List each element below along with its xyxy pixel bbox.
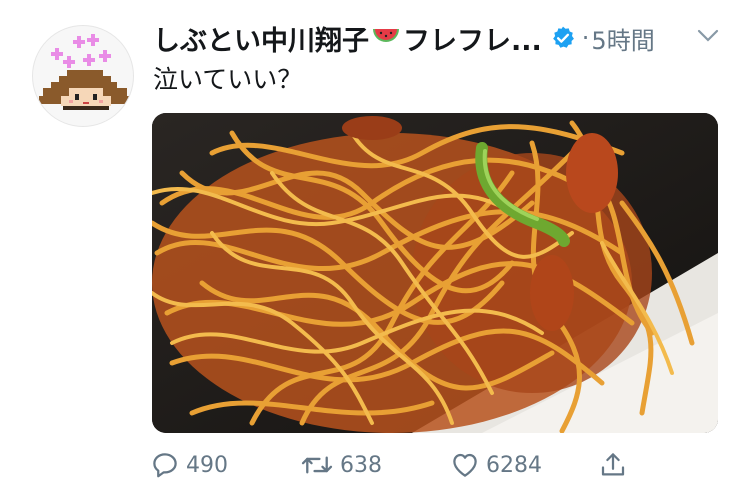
pixel-character-icon (39, 34, 129, 110)
retweet-icon (301, 456, 333, 474)
retweet-count: 638 (340, 452, 382, 478)
retweet-button[interactable]: 638 (300, 446, 382, 484)
display-name[interactable]: しぶとい中川翔子 (153, 19, 369, 58)
like-count: 6284 (486, 452, 542, 478)
reply-count: 490 (186, 452, 228, 478)
share-icon (601, 453, 625, 476)
watermelon-icon (371, 25, 401, 51)
tweet-photo[interactable] (152, 113, 718, 433)
time-separator: · (581, 24, 590, 52)
chevron-down-icon[interactable] (696, 28, 720, 48)
heart-icon (453, 453, 477, 477)
tweet-header: しぶとい中川翔子 フレフレ... · 5時間 (153, 18, 730, 58)
tweet-text: 泣いていい？ (153, 65, 303, 94)
tweet-actions: 490 638 6284 (150, 446, 650, 484)
verified-badge-icon (550, 25, 576, 51)
avatar[interactable] (32, 25, 134, 127)
share-button[interactable] (598, 446, 628, 484)
reply-icon (153, 453, 177, 478)
reply-button[interactable]: 490 (150, 446, 228, 484)
timestamp[interactable]: 5時間 (591, 21, 654, 56)
spaghetti-photo-image (152, 113, 718, 433)
like-button[interactable]: 6284 (450, 446, 542, 484)
display-name-suffix[interactable]: フレフレ... (403, 19, 542, 58)
